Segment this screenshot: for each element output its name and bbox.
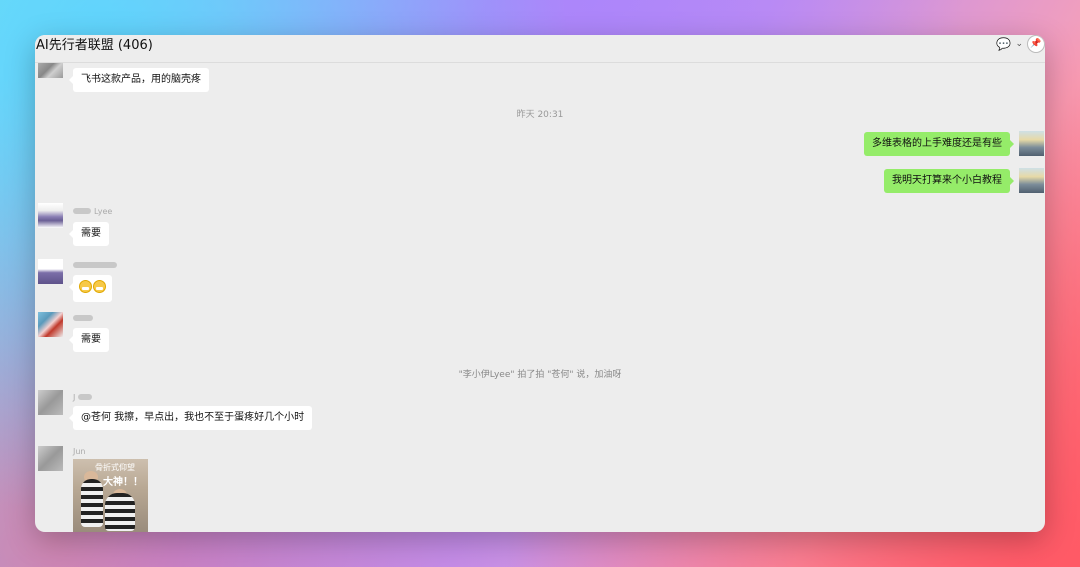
grin-emoji-icon [79,280,92,293]
image-caption: 骨折式仰望 [95,463,135,472]
photo-figure [105,493,135,531]
timestamp: 昨天 20:31 [516,110,564,120]
sender-name [73,313,93,323]
title-bar: AI先行者联盟 (406) 💬 ⌄ 📌 [35,35,1045,63]
blurred-name [73,315,93,321]
sender-name-text: Jun [73,446,86,456]
chevron-down-icon[interactable]: ⌄ [1015,39,1023,49]
grin-emoji-pair [79,280,106,293]
message-list[interactable]: 飞书这款产品，用的脑壳疼 昨天 20:31 多维表格的上手难度还是有些 我明天打… [35,63,1045,532]
message-bubble[interactable]: 多维表格的上手难度还是有些 [864,132,1014,156]
sender-name: Jun [73,446,86,456]
message-bubble[interactable]: 我明天打算来个小白教程 [884,169,1014,193]
message-bubble[interactable]: 需要 [69,222,109,246]
blurred-name [73,208,91,214]
image-caption: 大神！！ [103,477,143,488]
title-bar-actions: 💬 ⌄ 📌 [995,35,1045,53]
sender-name-text: J [73,392,76,402]
avatar[interactable] [38,390,63,415]
message-bubble[interactable] [69,275,112,302]
sender-name [73,260,117,270]
grin-emoji-icon [93,280,106,293]
chat-window: AI先行者联盟 (406) 💬 ⌄ 📌 飞书这款产品，用的脑壳疼 昨天 20:3… [35,35,1045,532]
message-bubble[interactable]: 需要 [69,328,109,352]
pin-icon[interactable]: 📌 [1027,35,1045,53]
image-message[interactable]: 骨折式仰望 大神！！ [73,459,148,532]
chat-bubble-icon[interactable]: 💬 [995,36,1011,52]
photo-figure [81,479,103,527]
avatar[interactable] [38,203,63,228]
avatar[interactable] [38,312,63,337]
avatar[interactable] [1019,131,1044,156]
sender-name-text: Lyee [94,206,113,216]
sender-name: Lyee [73,206,112,216]
avatar[interactable] [38,63,63,78]
blurred-name [78,394,93,400]
message-bubble[interactable]: @苍何 我擦，早点出，我也不至于蛋疼好几个小时 [68,406,313,430]
message-bubble[interactable]: 飞书这款产品，用的脑壳疼 [69,68,209,92]
chat-title: AI先行者联盟 (406) [36,38,153,53]
avatar[interactable] [38,259,63,284]
system-notice: "李小伊Lyee" 拍了拍 "苍何" 说，加油呀 [458,370,622,380]
avatar[interactable] [38,446,63,471]
avatar[interactable] [1019,168,1044,193]
blurred-name [73,262,117,268]
sender-name: J [73,392,93,402]
